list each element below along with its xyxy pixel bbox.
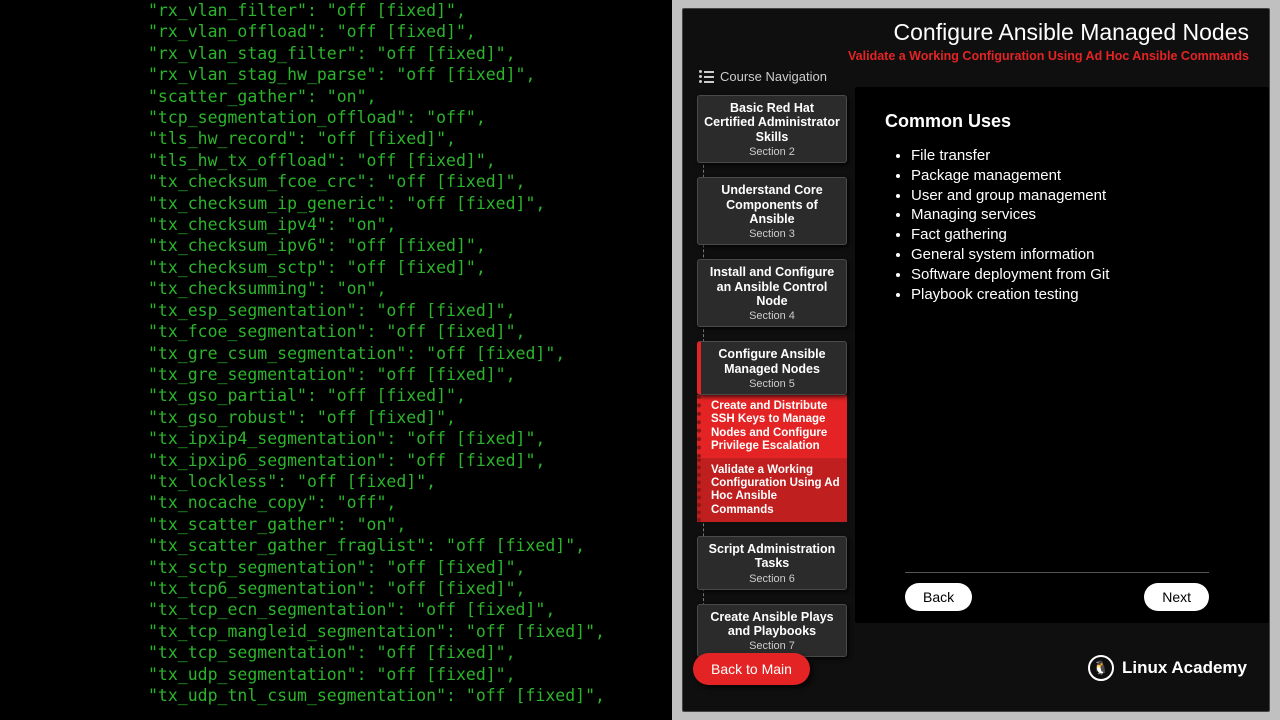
course-navigation-label: Course Navigation (699, 69, 827, 84)
brand-text: Linux Academy (1122, 658, 1247, 678)
active-section-group: Configure Ansible Managed Nodes Section … (697, 341, 847, 522)
list-item: Software deployment from Git (911, 265, 1239, 285)
content-heading: Common Uses (885, 111, 1239, 132)
section-title: Configure Ansible Managed Nodes (704, 347, 840, 376)
back-button[interactable]: Back (905, 583, 972, 611)
section-title: Create Ansible Plays and Playbooks (704, 610, 840, 639)
list-item: Playbook creation testing (911, 285, 1239, 305)
section-title: Basic Red Hat Certified Administrator Sk… (704, 101, 840, 144)
section-title: Install and Configure an Ansible Control… (704, 265, 840, 308)
section-card-4[interactable]: Install and Configure an Ansible Control… (697, 259, 847, 327)
section-card-3[interactable]: Understand Core Components of Ansible Se… (697, 177, 847, 245)
lesson-subtitle: Validate a Working Configuration Using A… (848, 49, 1249, 63)
list-item: Managing services (911, 205, 1239, 225)
next-button[interactable]: Next (1144, 583, 1209, 611)
lesson-validate-adhoc[interactable]: Validate a Working Configuration Using A… (697, 458, 847, 522)
section-card-5-active[interactable]: Configure Ansible Managed Nodes Section … (697, 341, 847, 395)
lesson-ssh-keys[interactable]: Create and Distribute SSH Keys to Manage… (697, 395, 847, 458)
section-card-6[interactable]: Script Administration Tasks Section 6 (697, 536, 847, 590)
nav-column: Basic Red Hat Certified Administrator Sk… (689, 95, 847, 641)
content-pane: Common Uses File transferPackage managem… (855, 87, 1269, 623)
section-number: Section 7 (704, 640, 840, 652)
brand-logo-icon: 🐧 (1088, 655, 1114, 681)
section-title: Understand Core Components of Ansible (704, 183, 840, 226)
divider (905, 572, 1209, 573)
list-item: Fact gathering (911, 225, 1239, 245)
list-item: General system information (911, 245, 1239, 265)
terminal-text: "rx_vlan_filter": "off [fixed]", "rx_vla… (148, 1, 605, 705)
section-number: Section 4 (704, 310, 840, 322)
section-number: Section 5 (704, 378, 840, 390)
back-to-main-button[interactable]: Back to Main (693, 653, 810, 685)
list-icon (699, 70, 714, 83)
section-number: Section 2 (704, 146, 840, 158)
section-number: Section 6 (704, 573, 840, 585)
lesson-title: Configure Ansible Managed Nodes (848, 19, 1249, 46)
section-title: Script Administration Tasks (704, 542, 840, 571)
terminal-output[interactable]: "rx_vlan_filter": "off [fixed]", "rx_vla… (0, 0, 672, 720)
nav-button-row: Back Next (905, 583, 1209, 611)
section-card-7[interactable]: Create Ansible Plays and Playbooks Secti… (697, 604, 847, 658)
lesson-header: Configure Ansible Managed Nodes Validate… (848, 19, 1249, 63)
list-item: Package management (911, 166, 1239, 186)
content-list: File transferPackage managementUser and … (911, 146, 1239, 304)
list-item: User and group management (911, 186, 1239, 206)
course-panel: Configure Ansible Managed Nodes Validate… (682, 8, 1270, 712)
section-card-2[interactable]: Basic Red Hat Certified Administrator Sk… (697, 95, 847, 163)
section-number: Section 3 (704, 228, 840, 240)
course-navigation-text: Course Navigation (720, 69, 827, 84)
list-item: File transfer (911, 146, 1239, 166)
brand: 🐧 Linux Academy (1088, 655, 1247, 681)
